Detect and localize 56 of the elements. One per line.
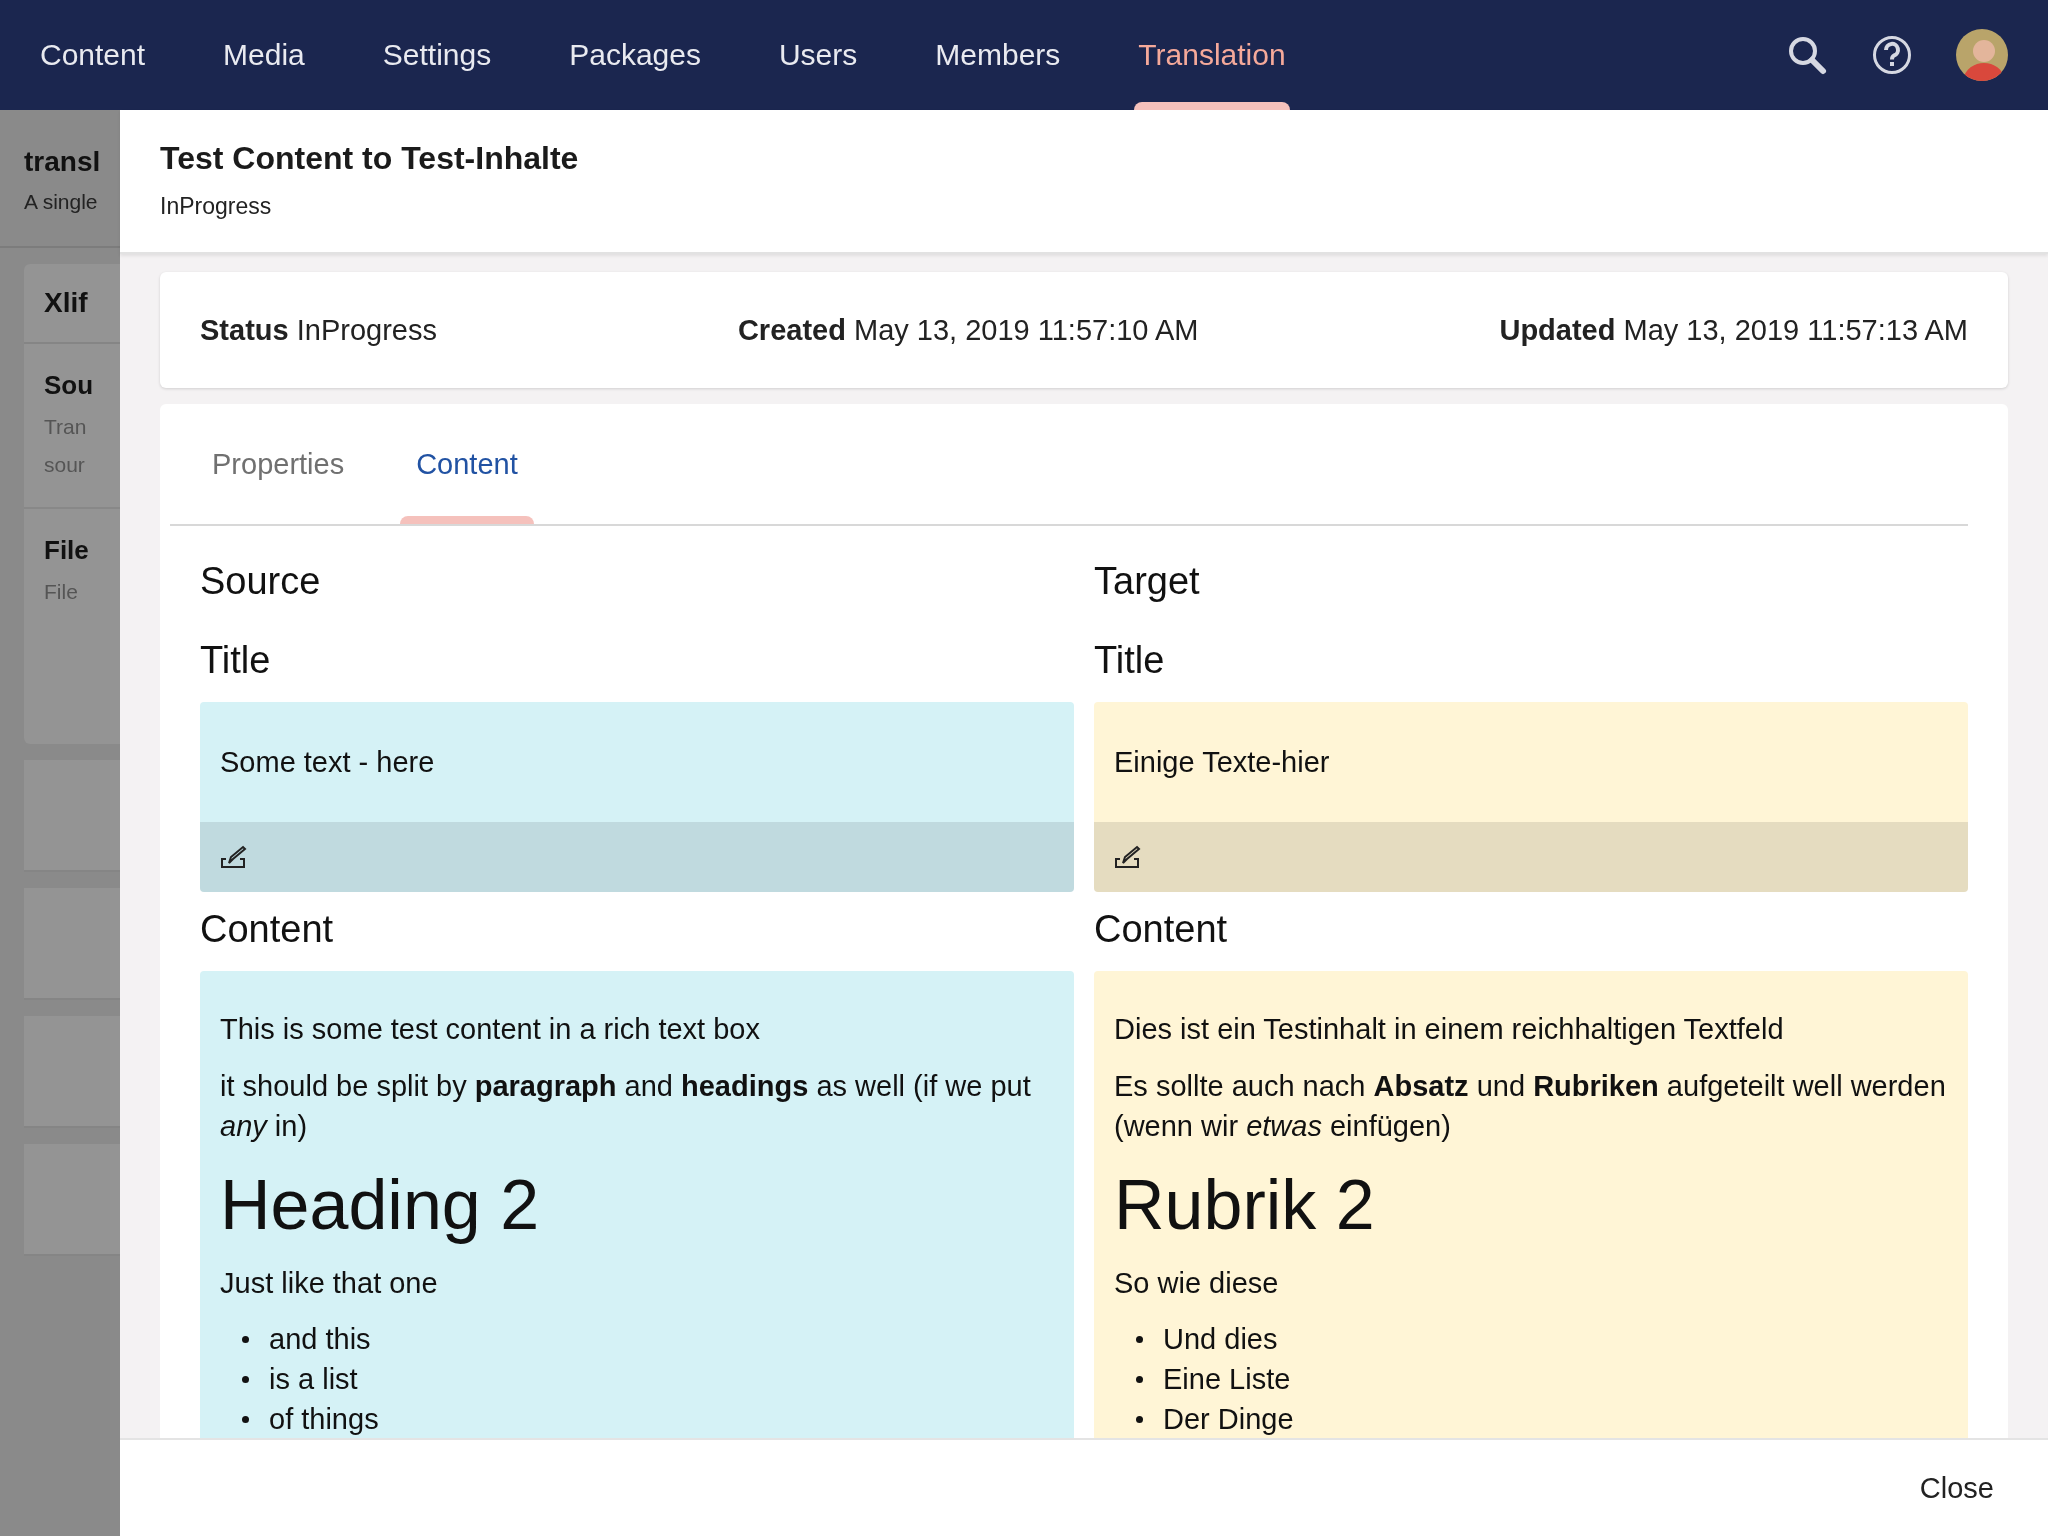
section-text: sour [44,453,85,477]
nav-item[interactable]: Members [935,0,1061,110]
edit-icon[interactable] [220,845,248,869]
page-title: transl [24,146,101,178]
paragraph: This is some test content in a rich text box [220,1012,761,1047]
paragraph: Dies ist ein Testinhalt in einem reichhaltigen Textfeld [1114,1012,1785,1047]
avatar[interactable] [1956,29,2008,81]
dialog-title: Test Content to Test-Inhalte [160,140,580,177]
list-item: of things [269,1402,379,1438]
info-text: Status InProgress [200,313,437,347]
field-label: Title [200,639,272,682]
heading: Heading 2 [220,1164,541,1246]
edit-icon[interactable] [1114,845,1142,869]
bullet-icon [242,1335,249,1343]
paragraph: it should be split by paragraph and headings as well (if we put any in) [220,1068,1032,1145]
paragraph: So wie diese [1114,1265,1280,1301]
section-heading: Sou [44,370,94,401]
nav-item[interactable]: Packages [569,0,701,110]
field-value: Some text - here [220,746,435,778]
column-heading: Target [1094,560,1201,603]
bullet-icon [1136,1335,1143,1343]
help-icon[interactable] [1872,35,1912,75]
info-text: Updated May 13, 2019 11:57:13 AM [1499,313,1968,347]
list-item: is a list [269,1362,358,1398]
field-label: Content [1094,908,1229,951]
list-item: Und dies [1163,1322,1278,1358]
dialog-subtitle: InProgress [160,193,273,220]
tab[interactable]: Properties [200,404,357,524]
bullet-icon [242,1375,249,1383]
nav-item[interactable]: Media [223,0,305,110]
paragraph: Es sollte auch nach Absatz und Rubriken aufgeteilt well werden (wenn wir etwas einfügen) [1114,1068,1947,1145]
list-item: and this [269,1322,371,1358]
page-subtitle: A single [24,190,98,214]
bullet-icon [1136,1375,1143,1383]
card-heading: Xlif [44,287,88,319]
section-heading: File [44,535,89,566]
search-icon[interactable] [1786,34,1828,76]
bullet-icon [242,1415,249,1423]
section-text: File [44,580,78,604]
list-item: Der Dinge [1163,1402,1294,1438]
nav-item[interactable]: Translation [1138,0,1286,110]
heading: Rubrik 2 [1114,1164,1376,1246]
info-text: Created May 13, 2019 11:57:10 AM [737,313,1199,347]
section-text: Tran [44,415,87,439]
list-item: Eine Liste [1163,1362,1291,1398]
tab[interactable]: Content [404,404,530,524]
bullet-icon [1136,1415,1143,1423]
nav-item[interactable]: Users [778,0,858,110]
nav-item[interactable]: Settings [382,0,492,110]
nav-item[interactable]: Content [40,0,146,110]
close-button[interactable]: Close [1905,1463,2008,1513]
field-label: Content [200,908,335,951]
paragraph: Just like that one [220,1265,439,1301]
field-label: Title [1094,639,1166,682]
column-heading: Source [200,560,322,603]
field-value: Einige Texte-hier [1114,746,1330,778]
